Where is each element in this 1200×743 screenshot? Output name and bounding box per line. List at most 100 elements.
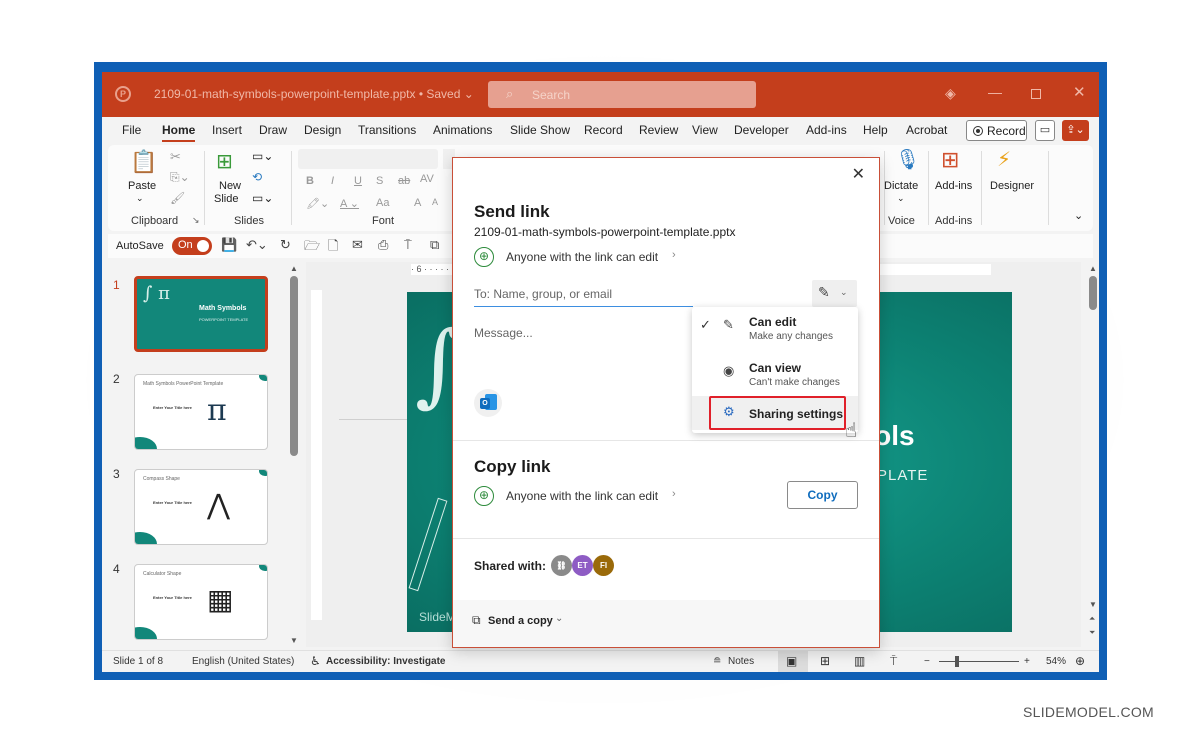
print-icon[interactable]: ⎙ xyxy=(378,237,388,253)
cut-icon[interactable]: ✂ xyxy=(170,149,181,165)
dictate-button[interactable]: Dictate xyxy=(884,180,918,192)
comments-button[interactable]: ▭ xyxy=(1035,120,1055,141)
tab-home[interactable]: Home xyxy=(162,123,196,142)
microphone-icon[interactable]: 🎙 xyxy=(895,147,920,172)
new-slide-icon[interactable]: ⊞ xyxy=(216,149,233,174)
slide-subtitle[interactable]: PLATE xyxy=(877,467,928,484)
tab-acrobat[interactable]: Acrobat xyxy=(906,123,947,137)
paste-chevron-icon[interactable]: ⌄ xyxy=(136,193,144,204)
tab-record[interactable]: Record xyxy=(584,123,623,137)
slide-thumbnail-2[interactable]: Math Symbols PowerPoint Template Enter Y… xyxy=(134,374,268,450)
avatar-et[interactable]: ET xyxy=(572,555,593,576)
change-case-button[interactable]: Aa xyxy=(376,197,389,209)
accessibility-icon[interactable]: ♿ xyxy=(310,654,321,668)
menu-item-can-view[interactable]: ◉ Can view Can't make changes xyxy=(692,361,858,399)
slide-sorter-icon[interactable]: ⊞ xyxy=(820,654,830,668)
scroll-up-icon[interactable]: ▲ xyxy=(290,264,298,273)
shadow-button[interactable]: S xyxy=(376,175,383,187)
scroll-down-icon[interactable]: ▼ xyxy=(1089,600,1097,609)
scrollbar-thumb[interactable] xyxy=(1089,276,1097,310)
next-slide-icon[interactable]: ⏷ xyxy=(1089,628,1095,638)
clipboard-launcher-icon[interactable]: ↘ xyxy=(192,215,200,226)
send-copy-button[interactable]: ⧉ Send a copy ⌄ xyxy=(453,600,879,647)
present-icon[interactable]: ⍑ xyxy=(404,237,412,253)
minimize-button[interactable]: — xyxy=(988,84,1002,100)
tab-file[interactable]: File xyxy=(122,123,141,137)
share-button[interactable]: ⇪⌄ xyxy=(1062,120,1089,141)
autosave-toggle[interactable]: On xyxy=(172,237,212,255)
slide-thumbnail-3[interactable]: Compass Shape Enter Your Title here ⋀ xyxy=(134,469,268,545)
new-slide-button-line2[interactable]: Slide xyxy=(214,193,238,205)
scroll-up-icon[interactable]: ▲ xyxy=(1089,264,1097,273)
designer-button[interactable]: Designer xyxy=(990,180,1034,192)
shrink-font-button[interactable]: A xyxy=(432,197,438,207)
slides-scrollbar[interactable]: ▲ ▼ xyxy=(289,262,299,647)
record-button[interactable]: Record xyxy=(966,120,1027,141)
tab-view[interactable]: View xyxy=(692,123,718,137)
send-link-permission[interactable]: ⊕ Anyone with the link can edit › xyxy=(474,247,694,267)
tab-insert[interactable]: Insert xyxy=(212,123,242,137)
save-icon[interactable]: 💾 xyxy=(221,237,237,253)
scrollbar-thumb[interactable] xyxy=(290,276,298,456)
designer-icon[interactable]: ⚡ xyxy=(997,147,1011,172)
document-title[interactable]: 2109-01-math-symbols-powerpoint-template… xyxy=(154,87,474,101)
language-indicator[interactable]: English (United States) xyxy=(192,656,294,667)
collapse-ribbon-icon[interactable]: ⌄ xyxy=(1074,209,1083,222)
close-window-button[interactable]: ✕ xyxy=(1073,83,1086,101)
grow-font-button[interactable]: A xyxy=(414,197,421,209)
copy-button[interactable]: Copy xyxy=(787,481,858,509)
redo-icon[interactable]: ↻ xyxy=(280,237,291,253)
new-slide-button[interactable]: New xyxy=(219,180,241,192)
slide-show-icon[interactable]: ⍑ xyxy=(890,654,897,669)
reading-view-icon[interactable]: ▥ xyxy=(854,654,865,668)
tab-developer[interactable]: Developer xyxy=(734,123,789,137)
add-ins-button[interactable]: Add-ins xyxy=(935,180,972,192)
link-avatar[interactable]: ⛓ xyxy=(551,555,572,576)
zoom-slider-handle[interactable] xyxy=(955,656,959,667)
slide-thumbnail-1[interactable]: ∫ π Math Symbols POWERPOINT TEMPLATE xyxy=(134,276,268,352)
underline-button[interactable]: U xyxy=(354,175,362,187)
copy-link-permission[interactable]: ⊕ Anyone with the link can edit › xyxy=(474,486,694,506)
tab-review[interactable]: Review xyxy=(639,123,678,137)
tab-slide-show[interactable]: Slide Show xyxy=(510,123,570,137)
new-document-icon[interactable]: 🗋 xyxy=(328,237,338,259)
font-color-button[interactable]: A ⌄ xyxy=(340,197,359,210)
recipient-input[interactable]: To: Name, group, or email xyxy=(474,285,693,307)
zoom-level[interactable]: 54% xyxy=(1046,656,1066,667)
zoom-slider[interactable] xyxy=(939,661,1019,662)
maximize-button[interactable] xyxy=(1031,89,1041,99)
tab-help[interactable]: Help xyxy=(863,123,888,137)
section-icon[interactable]: ▭⌄ xyxy=(252,191,273,205)
copy-slides-icon[interactable]: ⧉ xyxy=(430,237,439,253)
accessibility-status[interactable]: Accessibility: Investigate xyxy=(326,656,446,667)
tab-design[interactable]: Design xyxy=(304,123,341,137)
paste-clipboard-icon[interactable]: 📋 xyxy=(130,149,157,175)
char-spacing-button[interactable]: AV xyxy=(420,173,434,185)
close-icon[interactable]: ✕ xyxy=(852,164,865,184)
avatar-fi[interactable]: FI xyxy=(593,555,614,576)
tab-add-ins[interactable]: Add-ins xyxy=(806,123,847,137)
layout-icon[interactable]: ▭⌄ xyxy=(252,149,273,163)
strikethrough-button[interactable]: ab xyxy=(398,175,410,187)
tab-draw[interactable]: Draw xyxy=(259,123,287,137)
premium-diamond-icon[interactable]: ◈ xyxy=(945,85,956,102)
open-folder-icon[interactable]: 🗁 xyxy=(304,237,320,259)
normal-view-button[interactable]: ▣ xyxy=(778,651,808,672)
italic-button[interactable]: I xyxy=(331,175,334,187)
message-input[interactable]: Message... xyxy=(474,326,533,340)
permission-dropdown-button[interactable]: ✎ ⌄ xyxy=(812,280,857,307)
undo-icon[interactable]: ↶⌄ xyxy=(246,237,268,253)
highlight-color-button[interactable]: 🖍⌄ xyxy=(306,197,329,210)
add-ins-icon[interactable]: ⊞ xyxy=(941,147,959,173)
format-painter-icon[interactable]: 🖌 xyxy=(170,191,185,205)
reset-slide-icon[interactable]: ⟲ xyxy=(252,170,262,184)
menu-item-can-edit[interactable]: ✓ ✎ Can edit Make any changes xyxy=(692,315,858,353)
fit-to-window-icon[interactable]: ⊕ xyxy=(1075,654,1085,668)
previous-slide-icon[interactable]: ⏶ xyxy=(1089,614,1095,624)
paste-button[interactable]: Paste xyxy=(128,180,156,192)
zoom-in-button[interactable]: + xyxy=(1024,656,1030,667)
dictate-chevron-icon[interactable]: ⌄ xyxy=(897,193,905,204)
scroll-down-icon[interactable]: ▼ xyxy=(290,636,298,645)
slide-thumbnail-4[interactable]: Calculator Shape Enter Your Title here ▦ xyxy=(134,564,268,640)
tab-transitions[interactable]: Transitions xyxy=(358,123,416,137)
